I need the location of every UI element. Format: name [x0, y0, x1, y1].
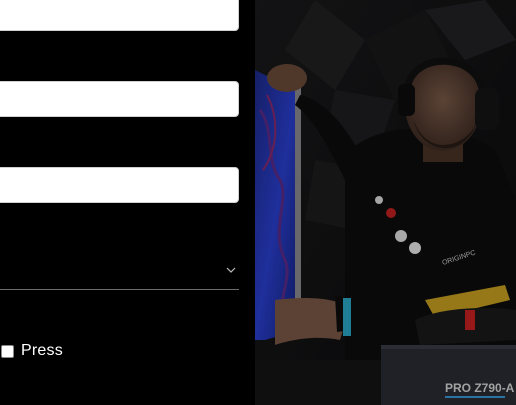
hero-photo: ORIGINPC PRO Z790-A	[255, 0, 516, 405]
page: Press ORIGINPC PRO Z790-A	[0, 0, 516, 405]
contact-form: Press	[0, 0, 255, 405]
text-input-1[interactable]	[0, 0, 239, 31]
press-checkbox-row[interactable]: Press	[0, 340, 63, 362]
text-input-2[interactable]	[0, 81, 239, 117]
press-checkbox-label: Press	[21, 342, 63, 359]
chevron-down-icon	[226, 267, 236, 273]
select-dropdown[interactable]	[0, 254, 239, 290]
press-checkbox[interactable]	[1, 344, 14, 358]
photo-illustration: ORIGINPC PRO Z790-A	[255, 0, 516, 405]
text-input-3[interactable]	[0, 167, 239, 203]
